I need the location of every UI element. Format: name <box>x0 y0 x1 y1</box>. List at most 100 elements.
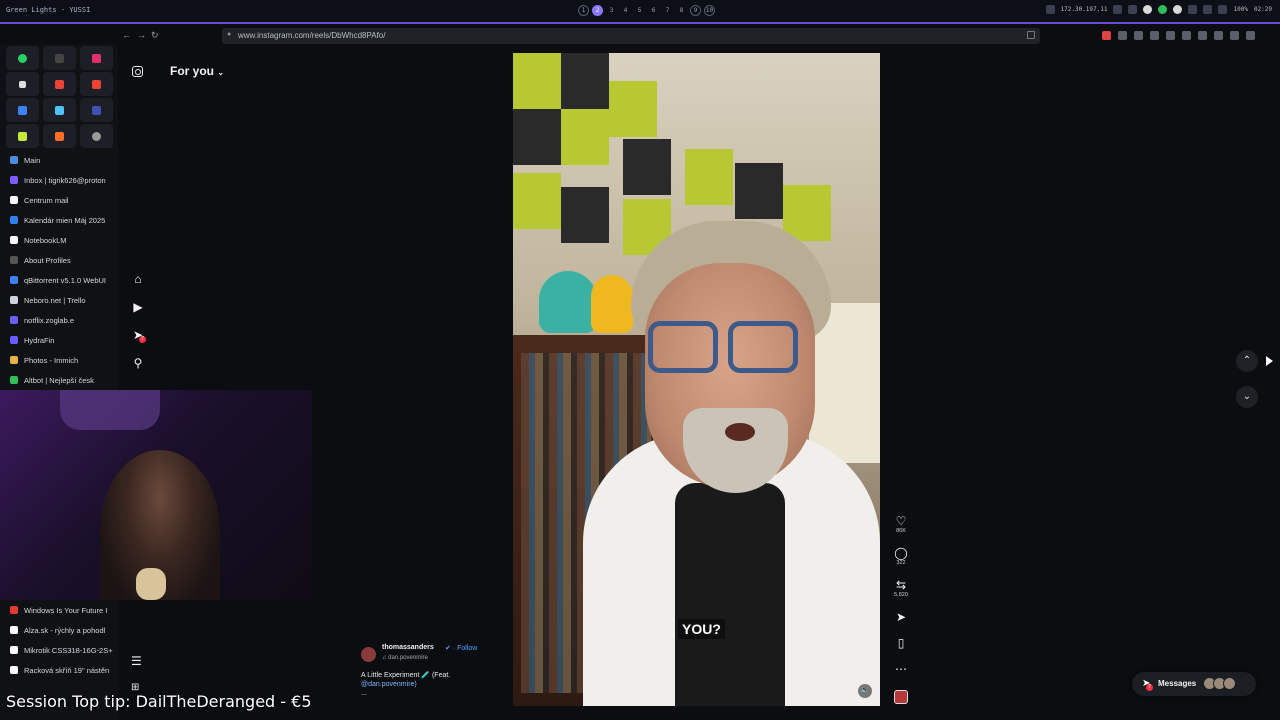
follow-button[interactable]: ✔ · Follow <box>445 644 477 652</box>
sidebar-tab[interactable]: Altbot | Nejlepší česk <box>0 370 118 390</box>
extension-icon[interactable] <box>1166 31 1175 40</box>
menu-icon[interactable]: ☰ <box>131 654 142 668</box>
avatar[interactable] <box>361 647 376 662</box>
reels-icon[interactable]: ▶ <box>130 299 146 315</box>
workspace-7[interactable]: 7 <box>662 5 673 16</box>
pinned-tab[interactable] <box>43 98 76 122</box>
app-icon <box>18 131 27 141</box>
workspace-9[interactable]: 9 <box>690 5 701 16</box>
pinned-whatsapp[interactable] <box>6 46 39 70</box>
pinned-tab[interactable] <box>80 98 113 122</box>
next-reel-button[interactable]: ⌄ <box>1236 386 1258 408</box>
clock: 02:29 <box>1253 6 1272 13</box>
repost-button[interactable]: ⇆ 5,820 <box>890 578 912 598</box>
reel-video[interactable] <box>513 53 880 706</box>
pinned-tab[interactable] <box>6 124 39 148</box>
workspace-10[interactable]: 10 <box>704 5 715 16</box>
extension-icon[interactable] <box>1102 31 1111 40</box>
pinned-x[interactable] <box>6 72 39 96</box>
sidebar-tab[interactable]: Neboro.net | Trello <box>0 290 118 310</box>
tray-app-icon[interactable] <box>1128 5 1138 14</box>
messages-button[interactable]: ➤ 7 Messages <box>1132 672 1256 696</box>
sidebar-tab[interactable]: Racková skříň 19" nástěn <box>0 660 118 680</box>
sidebar-tab[interactable]: notflix.zoglab.e <box>0 310 118 330</box>
extension-icon[interactable] <box>1182 31 1191 40</box>
extension-icon[interactable] <box>1118 31 1127 40</box>
url-text[interactable]: www.instagram.com/reels/DbWhcd8PAfo/ <box>238 31 385 40</box>
extension-icon[interactable] <box>1246 31 1255 40</box>
tray-app-icon[interactable] <box>1173 5 1183 14</box>
previous-reel-button[interactable]: ⌃ <box>1236 350 1258 372</box>
extension-icon[interactable] <box>1230 31 1239 40</box>
pinned-tab[interactable] <box>43 46 76 70</box>
feed-selector[interactable]: For you ⌄ <box>170 64 224 78</box>
pinned-gitlab[interactable] <box>43 124 76 148</box>
audio-credit-name: dan.povenmire <box>388 655 428 661</box>
pinned-instagram[interactable] <box>80 46 113 70</box>
workspace-3[interactable]: 3 <box>606 5 617 16</box>
extension-icon[interactable] <box>1214 31 1223 40</box>
sidebar-tab[interactable]: Centrum mail <box>0 190 118 210</box>
audio-credit[interactable]: ♫ dan.povenmire <box>382 655 428 661</box>
share-button[interactable]: ➤ <box>890 610 912 624</box>
like-button[interactable]: ♡ 86K <box>890 514 912 534</box>
sidebar-tab[interactable]: Photos - Immich <box>0 350 118 370</box>
save-button[interactable]: ▯ <box>890 636 912 650</box>
reel-description[interactable]: A Little Experiment 🧪 (Feat. @dan.povenm… <box>361 671 501 698</box>
reader-view-icon[interactable] <box>1027 31 1035 39</box>
tray-app-icon[interactable] <box>1218 5 1228 14</box>
back-icon[interactable]: ← <box>122 30 131 40</box>
site-info-icon[interactable]: ● <box>227 31 231 38</box>
workspace-5[interactable]: 5 <box>634 5 645 16</box>
network-icon[interactable] <box>1045 5 1055 14</box>
home-icon[interactable]: ⌂ <box>130 271 146 287</box>
pinned-chat[interactable] <box>6 98 39 122</box>
sidebar-tab[interactable]: Mikrotik CSS318-16G-2S+ <box>0 640 118 660</box>
extension-icon[interactable] <box>1134 31 1143 40</box>
sidebar-tab[interactable]: Alza.sk - rýchly a pohodl <box>0 620 118 640</box>
workspace-4[interactable]: 4 <box>620 5 631 16</box>
glasses <box>648 321 808 377</box>
reload-icon[interactable]: ↻ <box>151 30 159 41</box>
description-more[interactable]: ... <box>361 690 367 697</box>
comment-button[interactable]: ◯ 322 <box>890 546 912 566</box>
sidebar-tab[interactable]: NotebookLM <box>0 230 118 250</box>
pinned-gmail[interactable] <box>80 72 113 96</box>
more-options-button[interactable]: ⋯ <box>890 662 912 676</box>
acoustic-panel <box>561 53 609 109</box>
spotify-icon[interactable] <box>1158 5 1168 14</box>
sidebar-tab[interactable]: Windows Is Your Future I <box>0 600 118 620</box>
pinned-gmail[interactable] <box>43 72 76 96</box>
audio-track-thumbnail[interactable] <box>894 690 908 704</box>
telegram-icon[interactable] <box>1188 5 1198 14</box>
sidebar-tab[interactable]: About Profiles <box>0 250 118 270</box>
tray-app-icon[interactable] <box>1113 5 1123 14</box>
forward-icon[interactable]: → <box>137 30 146 40</box>
sidebar-tab[interactable]: Main <box>0 150 118 170</box>
tray-app-icon[interactable] <box>1143 5 1153 14</box>
address-bar[interactable]: ● www.instagram.com/reels/DbWhcd8PAfo/ <box>222 28 1040 44</box>
workspace-6[interactable]: 6 <box>648 5 659 16</box>
search-icon[interactable]: ⚲ <box>130 355 146 371</box>
mention-link[interactable]: @dan.povenmire) <box>361 681 417 688</box>
chevron-down-icon: ⌄ <box>1242 391 1252 402</box>
instagram-logo-icon[interactable] <box>132 66 143 77</box>
sidebar-tab[interactable]: Inbox | tigrik626@proton <box>0 170 118 190</box>
pinned-settings[interactable] <box>80 124 113 148</box>
author-username[interactable]: thomassanders <box>382 644 434 651</box>
workspace-1[interactable]: 1 <box>578 5 589 16</box>
sidebar-tab[interactable]: qBittorrent v5.1.0 WebUI <box>0 270 118 290</box>
extension-icon[interactable] <box>1198 31 1207 40</box>
mute-icon[interactable]: 🔈 <box>858 684 872 698</box>
tab-label: Mikrotik CSS318-16G-2S+ <box>24 645 113 655</box>
volume-level[interactable]: 100% <box>1233 6 1247 13</box>
sidebar-tab[interactable]: HydraFin <box>0 330 118 350</box>
shirt <box>675 483 785 706</box>
sidebar-tab[interactable]: Kalendár mien Máj 2025 <box>0 210 118 230</box>
tray-app-icon[interactable] <box>1203 5 1213 14</box>
extension-toolbar <box>1102 31 1255 40</box>
workspace-8[interactable]: 8 <box>676 5 687 16</box>
tab-favicon-icon <box>10 236 18 244</box>
workspace-2[interactable]: 2 <box>592 5 603 16</box>
extension-icon[interactable] <box>1150 31 1159 40</box>
